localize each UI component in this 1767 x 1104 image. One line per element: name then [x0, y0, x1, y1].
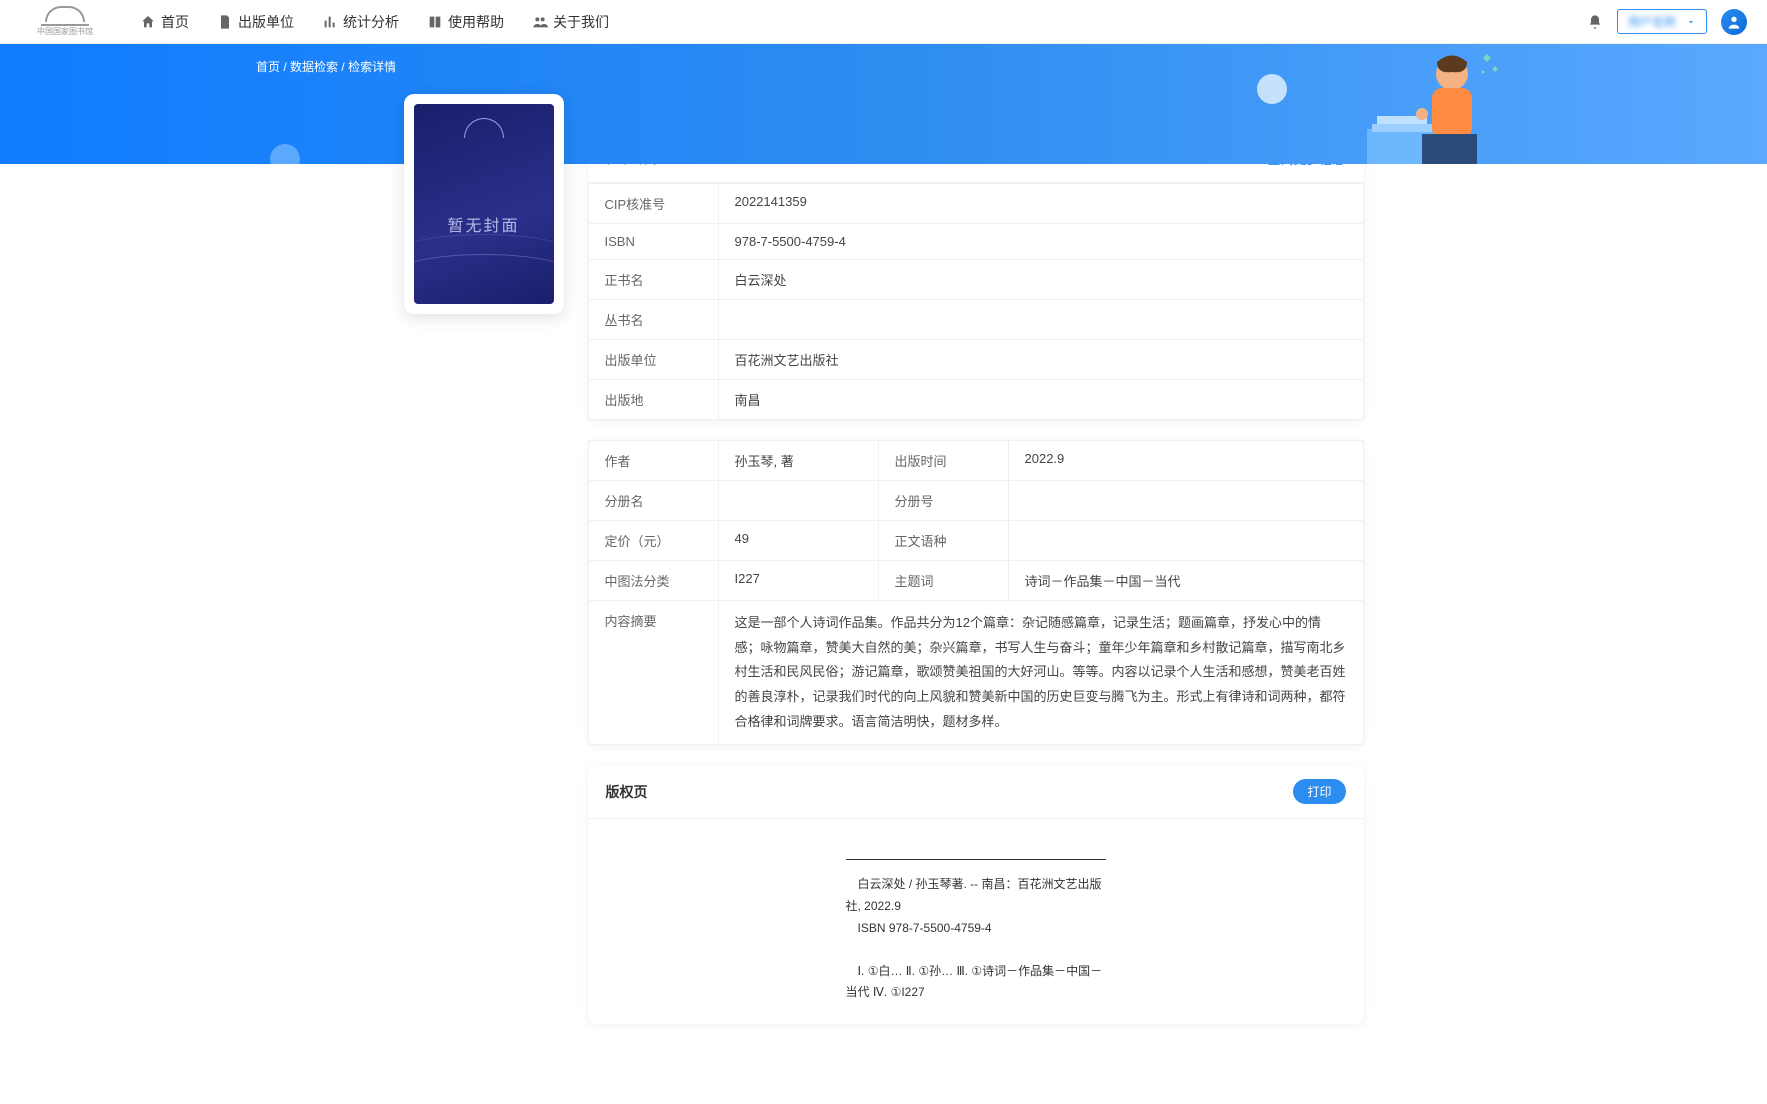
card-title: 版权页	[606, 782, 648, 802]
result-table: CIP核准号2022141359 ISBN978-7-5500-4759-4 正…	[588, 183, 1364, 420]
book-cover-placeholder: 暂无封面	[414, 104, 554, 304]
nav-label: 出版单位	[238, 12, 294, 32]
nav-label: 首页	[161, 12, 189, 32]
book-icon	[427, 14, 443, 30]
nav-about[interactable]: 关于我们	[532, 12, 609, 32]
chart-icon	[322, 14, 338, 30]
detail-card: 作者 孙玉琴, 著 出版时间 2022.9 分册名 分册号 定价（元） 49 正…	[588, 440, 1364, 745]
avatar[interactable]	[1721, 9, 1747, 35]
field-label: 分册名	[588, 481, 718, 521]
cip-card: 版权页 打印 白云深处 / 孙玉琴著. -- 南昌：百花洲文艺出版社, 2022…	[588, 765, 1364, 1024]
field-value: 百花洲文艺出版社	[718, 340, 1363, 380]
crumb-current: 检索详情	[348, 60, 396, 74]
field-label: 内容摘要	[588, 601, 718, 745]
field-value	[718, 300, 1363, 340]
cover-text: 暂无封面	[447, 212, 519, 236]
users-icon	[532, 14, 548, 30]
hero-illustration	[1367, 44, 1507, 164]
field-label: 分册号	[878, 481, 1008, 521]
book-cover-card: 暂无封面	[404, 94, 564, 314]
field-value: I227	[718, 561, 878, 601]
cip-page-content: 白云深处 / 孙玉琴著. -- 南昌：百花洲文艺出版社, 2022.9 ISBN…	[836, 839, 1116, 1024]
breadcrumb: 首页 / 数据检索 / 检索详情	[256, 58, 396, 75]
field-label: 出版时间	[878, 441, 1008, 481]
field-label: 主题词	[878, 561, 1008, 601]
site-logo[interactable]: 中国国家图书馆	[20, 4, 110, 40]
top-nav: 中国国家图书馆 首页 出版单位 统计分析 使用帮助 关于我们 用户名称	[0, 0, 1767, 44]
field-value: 2022.9	[1008, 441, 1363, 481]
user-name: 用户名称	[1628, 13, 1680, 30]
cip-line: ISBN 978-7-5500-4759-4	[846, 918, 1106, 940]
field-label: ISBN	[588, 224, 718, 260]
field-value: 诗词－作品集－中国－当代	[1008, 561, 1363, 601]
field-value	[1008, 521, 1363, 561]
search-result-card: 检索结果 查阅更多信息 CIP核准号2022141359 ISBN978-7-5…	[588, 134, 1364, 420]
field-value: 2022141359	[718, 184, 1363, 224]
field-value: 978-7-5500-4759-4	[718, 224, 1363, 260]
field-label: 中图法分类	[588, 561, 718, 601]
field-value: 49	[718, 521, 878, 561]
main-nav: 首页 出版单位 统计分析 使用帮助 关于我们	[140, 12, 1587, 32]
field-label: 出版地	[588, 380, 718, 420]
crumb-search[interactable]: 数据检索	[290, 60, 338, 74]
document-icon	[217, 14, 233, 30]
chevron-down-icon	[1686, 17, 1696, 27]
print-button[interactable]: 打印	[1293, 779, 1345, 804]
nav-publisher[interactable]: 出版单位	[217, 12, 294, 32]
nav-label: 使用帮助	[448, 12, 504, 32]
bell-icon[interactable]	[1587, 14, 1603, 30]
field-value	[1008, 481, 1363, 521]
nav-label: 统计分析	[343, 12, 399, 32]
field-label: 定价（元）	[588, 521, 718, 561]
field-label: CIP核准号	[588, 184, 718, 224]
cip-line: Ⅰ. ①白… Ⅱ. ①孙… Ⅲ. ①诗词－作品集－中国－当代 Ⅳ. ①I227	[846, 961, 1106, 1004]
user-dropdown[interactable]: 用户名称	[1617, 9, 1707, 34]
field-value: 白云深处	[718, 260, 1363, 300]
home-icon	[140, 14, 156, 30]
field-label: 正书名	[588, 260, 718, 300]
detail-table: 作者 孙玉琴, 著 出版时间 2022.9 分册名 分册号 定价（元） 49 正…	[588, 440, 1364, 745]
nav-stats[interactable]: 统计分析	[322, 12, 399, 32]
field-value	[718, 481, 878, 521]
field-label: 出版单位	[588, 340, 718, 380]
field-label: 丛书名	[588, 300, 718, 340]
hero-banner: 首页 / 数据检索 / 检索详情	[0, 44, 1767, 164]
nav-help[interactable]: 使用帮助	[427, 12, 504, 32]
crumb-home[interactable]: 首页	[256, 60, 280, 74]
nav-label: 关于我们	[553, 12, 609, 32]
summary-value: 这是一部个人诗词作品集。作品共分为12个篇章：杂记随感篇章，记录生活；题画篇章，…	[718, 601, 1363, 745]
field-label: 作者	[588, 441, 718, 481]
field-label: 正文语种	[878, 521, 1008, 561]
nav-home[interactable]: 首页	[140, 12, 189, 32]
field-value: 南昌	[718, 380, 1363, 420]
field-value: 孙玉琴, 著	[718, 441, 878, 481]
top-right: 用户名称	[1587, 9, 1747, 35]
cip-line: 白云深处 / 孙玉琴著. -- 南昌：百花洲文艺出版社, 2022.9	[846, 874, 1106, 917]
